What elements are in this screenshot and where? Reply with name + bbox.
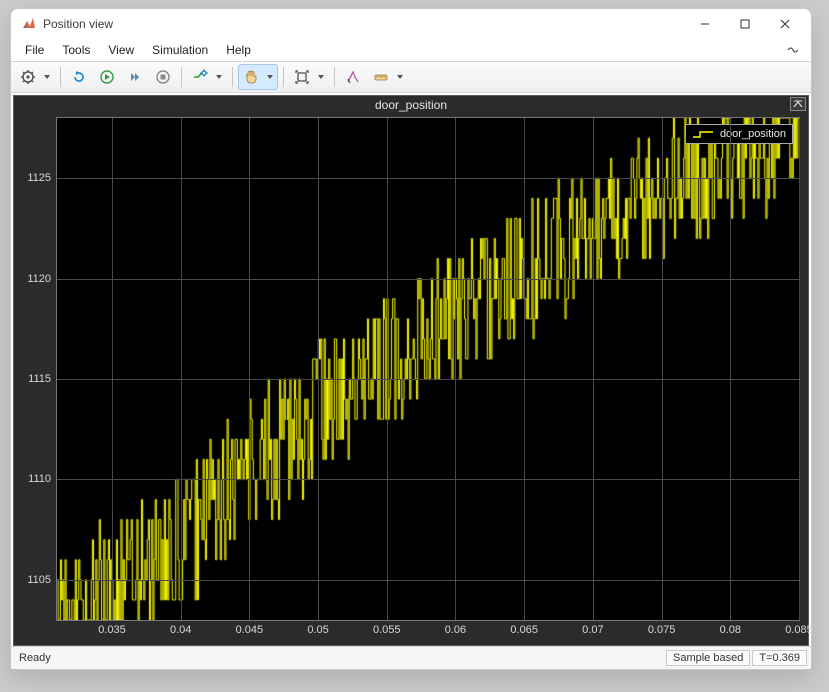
- x-tick-label: 0.07: [582, 620, 603, 636]
- toolbar-separator: [334, 67, 335, 87]
- menu-file[interactable]: File: [17, 41, 52, 59]
- x-tick-label: 0.075: [648, 620, 676, 636]
- toolbar: [11, 61, 811, 93]
- gridline-horizontal: [57, 178, 799, 179]
- x-tick-label: 0.045: [236, 620, 264, 636]
- highlight-signal-button[interactable]: [187, 64, 227, 90]
- run-button[interactable]: [94, 64, 120, 90]
- menu-view[interactable]: View: [100, 41, 142, 59]
- gridline-vertical: [593, 118, 594, 620]
- x-tick-label: 0.035: [98, 620, 126, 636]
- gridline-vertical: [524, 118, 525, 620]
- menu-bar: File Tools View Simulation Help: [11, 39, 811, 61]
- y-tick-label: 1125: [27, 172, 57, 184]
- gridline-vertical: [181, 118, 182, 620]
- toolbar-separator: [283, 67, 284, 87]
- x-tick-label: 0.05: [307, 620, 328, 636]
- menu-overflow-icon[interactable]: [781, 41, 805, 59]
- gridline-vertical: [662, 118, 663, 620]
- y-tick-label: 1115: [28, 373, 57, 385]
- matlab-icon: [21, 16, 37, 32]
- y-tick-label: 1120: [27, 273, 57, 285]
- maximize-button[interactable]: [725, 10, 765, 38]
- toolbar-separator: [181, 67, 182, 87]
- x-tick-label: 0.06: [445, 620, 466, 636]
- gridline-vertical: [730, 118, 731, 620]
- toolbar-separator: [60, 67, 61, 87]
- window-title: Position view: [43, 17, 113, 31]
- gridline-horizontal: [57, 279, 799, 280]
- title-bar: Position view: [11, 9, 811, 39]
- zoom-extents-button[interactable]: [289, 64, 329, 90]
- gridline-horizontal: [57, 580, 799, 581]
- y-tick-label: 1105: [27, 574, 57, 586]
- legend-sample-icon: [692, 129, 714, 139]
- y-tick-label: 1110: [28, 473, 57, 485]
- legend[interactable]: door_position: [685, 124, 793, 144]
- restart-button[interactable]: [66, 64, 92, 90]
- gridline-vertical: [799, 118, 800, 620]
- gridline-horizontal: [57, 479, 799, 480]
- plot-maximize-icon[interactable]: [790, 97, 806, 111]
- pan-button[interactable]: [238, 64, 278, 90]
- measurements-button[interactable]: [368, 64, 408, 90]
- status-bar: Ready Sample based T=0.369: [11, 646, 811, 669]
- x-tick-label: 0.085: [785, 620, 813, 636]
- gridline-vertical: [318, 118, 319, 620]
- minimize-button[interactable]: [685, 10, 725, 38]
- gridline-vertical: [387, 118, 388, 620]
- signal-trace: [57, 118, 799, 620]
- status-time: T=0.369: [752, 650, 807, 666]
- x-tick-label: 0.065: [510, 620, 538, 636]
- menu-simulation[interactable]: Simulation: [144, 41, 216, 59]
- menu-help[interactable]: Help: [218, 41, 259, 59]
- gridline-vertical: [112, 118, 113, 620]
- toolbar-separator: [232, 67, 233, 87]
- status-mode: Sample based: [666, 650, 750, 666]
- x-tick-label: 0.08: [720, 620, 741, 636]
- stop-button[interactable]: [150, 64, 176, 90]
- gridline-horizontal: [57, 379, 799, 380]
- x-tick-label: 0.04: [170, 620, 191, 636]
- step-forward-button[interactable]: [122, 64, 148, 90]
- x-tick-label: 0.055: [373, 620, 401, 636]
- gridline-vertical: [455, 118, 456, 620]
- gridline-vertical: [249, 118, 250, 620]
- axes[interactable]: door_position 110511101115112011250.0350…: [56, 117, 800, 621]
- menu-tools[interactable]: Tools: [54, 41, 98, 59]
- plot-title: door_position: [14, 96, 808, 115]
- close-button[interactable]: [765, 10, 805, 38]
- configure-button[interactable]: [15, 64, 55, 90]
- status-ready: Ready: [15, 652, 51, 664]
- cursor-measurements-button[interactable]: [340, 64, 366, 90]
- app-window: Position view File Tools View Simulation…: [10, 8, 812, 670]
- scope-plot-area: door_position door_position 110511101115…: [13, 95, 809, 646]
